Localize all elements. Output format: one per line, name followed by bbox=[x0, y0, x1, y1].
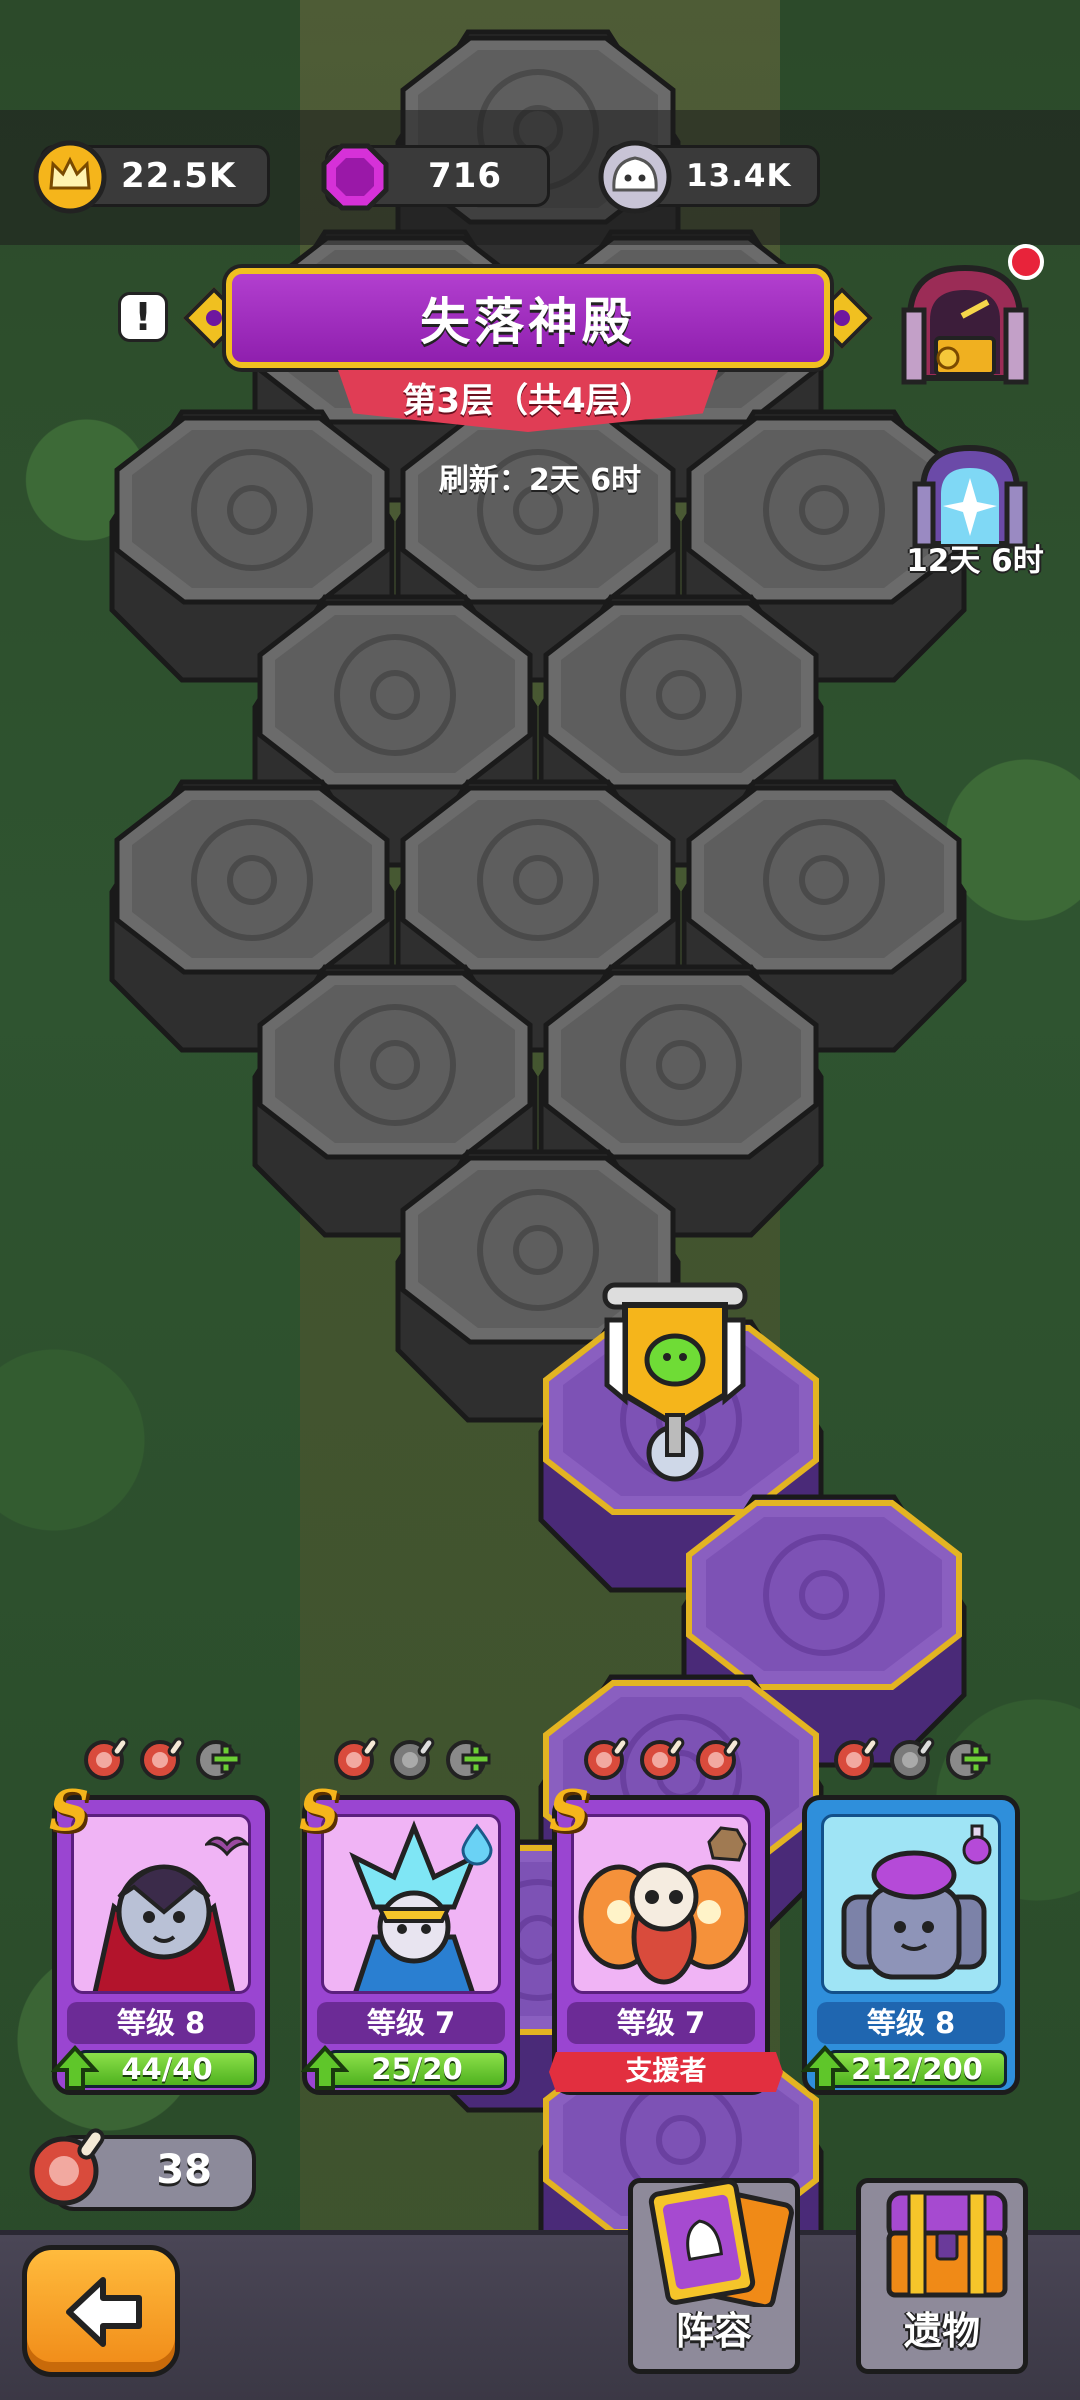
potion-icon bbox=[962, 1824, 992, 1865]
level-up-arrow-icon[interactable] bbox=[51, 2044, 99, 2092]
hero-card-3[interactable]: S 等级 7 支援者 bbox=[549, 1778, 783, 2095]
meat-add-icon[interactable] bbox=[192, 1730, 246, 1784]
floor-label: 第3层（共4层） bbox=[402, 380, 654, 421]
meat-add-icon[interactable] bbox=[442, 1730, 496, 1784]
portal-timer: 12天 6时 bbox=[906, 543, 1044, 579]
notification-dot bbox=[1008, 244, 1044, 280]
treasure-shrine-button[interactable] bbox=[896, 258, 1034, 390]
cards-icon bbox=[648, 2179, 794, 2307]
hero-1-meat-slots bbox=[80, 1730, 246, 1790]
lineup-label: 阵容 bbox=[675, 2309, 752, 2353]
hero-4-meat-slots bbox=[830, 1730, 996, 1790]
resource-bar: 22.5K 716 13.4K bbox=[0, 110, 1080, 245]
hero-level: 等级 7 bbox=[567, 2002, 755, 2044]
support-tag: 支援者 bbox=[549, 2052, 783, 2092]
hero-level: 等级 7 bbox=[317, 2002, 505, 2044]
meat-full-icon bbox=[834, 1737, 879, 1780]
rank-badge: S bbox=[49, 1778, 90, 1844]
gem-icon bbox=[321, 143, 389, 211]
meat-empty-icon bbox=[890, 1737, 935, 1780]
dungeon-title-banner: 失落神殿 bbox=[182, 268, 874, 368]
rank-badge: S bbox=[299, 1778, 340, 1844]
water-drop-icon bbox=[461, 1823, 493, 1866]
slime-icon bbox=[598, 140, 672, 214]
xp-bar: 212/200 bbox=[827, 2050, 1007, 2088]
dungeon-title: 失落神殿 bbox=[420, 293, 636, 351]
rank-badge: S bbox=[549, 1778, 590, 1844]
hero-card-1[interactable]: S 等级 8 44/40 bbox=[49, 1778, 270, 2095]
lineup-button[interactable]: 阵容 bbox=[628, 2178, 800, 2374]
meat-full-icon bbox=[334, 1737, 379, 1780]
meat-icon bbox=[29, 2128, 105, 2206]
portal-button[interactable] bbox=[905, 440, 1035, 550]
hero-card-4[interactable]: 等级 8 212/200 bbox=[801, 1795, 1020, 2095]
xp-bar: 44/40 bbox=[77, 2050, 257, 2088]
xp-bar: 25/20 bbox=[327, 2050, 507, 2088]
meat-count: 38 bbox=[156, 2147, 212, 2193]
player-flag-icon[interactable] bbox=[585, 1275, 765, 1485]
meat-full-icon bbox=[584, 1737, 629, 1780]
meat-full-icon bbox=[84, 1737, 129, 1780]
treasure-chest-icon bbox=[886, 2190, 1008, 2298]
meat-full-icon bbox=[640, 1737, 685, 1780]
meat-add-icon[interactable] bbox=[942, 1730, 996, 1784]
relics-button[interactable]: 遗物 bbox=[856, 2178, 1028, 2374]
hero-card-2[interactable]: S 等级 7 25/20 bbox=[299, 1778, 520, 2095]
hero-lineup: S 等级 8 44/40 S 等级 7 25/20 S 等级 7 支援者 等级 … bbox=[0, 1730, 1080, 2110]
hero-2-meat-slots bbox=[330, 1730, 496, 1790]
meat-empty-icon bbox=[390, 1737, 435, 1780]
gem-counter[interactable]: 716 bbox=[321, 143, 550, 211]
level-up-arrow-icon[interactable] bbox=[301, 2044, 349, 2092]
meat-counter[interactable]: 38 bbox=[29, 2128, 256, 2211]
hero-3-meat-slots bbox=[580, 1730, 746, 1790]
back-button[interactable] bbox=[22, 2245, 180, 2377]
info-alert-icon[interactable]: ! bbox=[118, 292, 168, 342]
xp-text: 44/40 bbox=[121, 2052, 213, 2086]
level-up-arrow-icon[interactable] bbox=[801, 2044, 849, 2092]
bat-icon bbox=[205, 1836, 249, 1857]
arrow-left-icon bbox=[66, 2277, 142, 2347]
meat-full-icon bbox=[140, 1737, 185, 1780]
xp-text: 212/200 bbox=[851, 2052, 983, 2086]
crown-icon bbox=[33, 140, 107, 214]
slime-counter[interactable]: 13.4K bbox=[598, 140, 820, 214]
hero-level: 等级 8 bbox=[67, 2002, 255, 2044]
meat-full-icon bbox=[696, 1737, 741, 1780]
crown-counter[interactable]: 22.5K bbox=[33, 140, 270, 214]
rock-icon bbox=[707, 1826, 747, 1862]
xp-text: 25/20 bbox=[371, 2052, 463, 2086]
relics-label: 遗物 bbox=[903, 2309, 980, 2353]
banner-body: 失落神殿 bbox=[226, 268, 830, 368]
hero-level: 等级 8 bbox=[817, 2002, 1005, 2044]
